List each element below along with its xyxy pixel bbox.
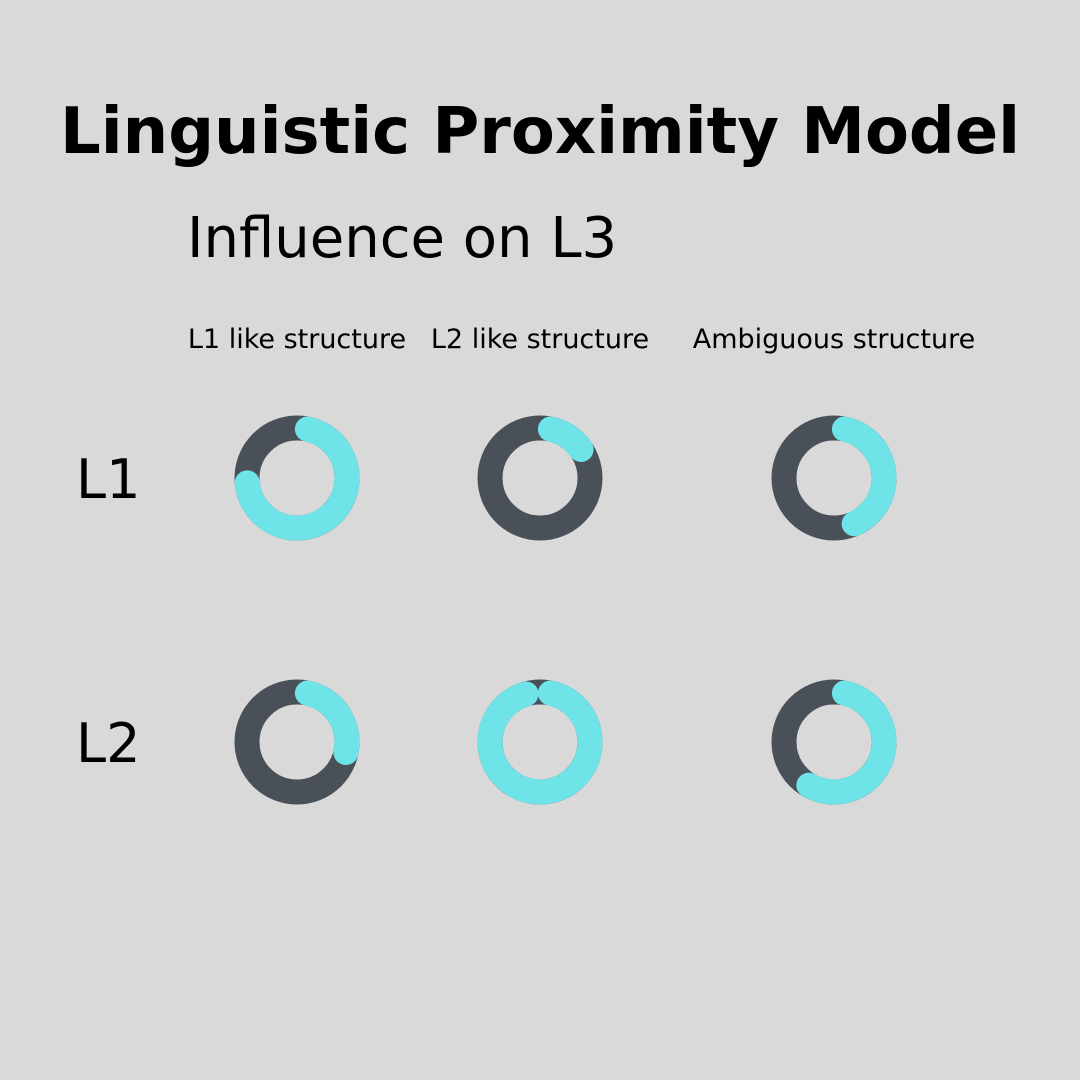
donut-2-2 xyxy=(477,679,603,805)
donut-grid-chart xyxy=(234,415,897,805)
donut-1-3 xyxy=(771,415,897,541)
donut-1-1 xyxy=(234,415,360,541)
donut-2-3 xyxy=(771,679,897,805)
donut-2-1 xyxy=(234,679,360,805)
donut-1-2 xyxy=(477,415,603,541)
